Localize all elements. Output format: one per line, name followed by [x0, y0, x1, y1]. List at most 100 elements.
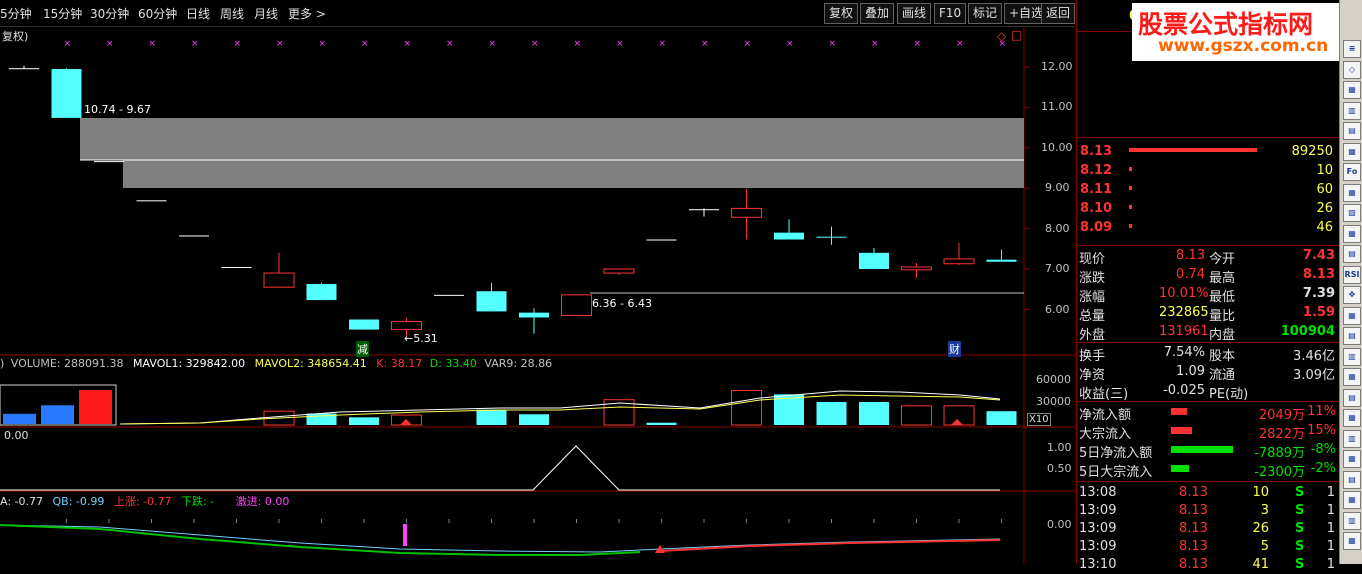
candle: [221, 266, 252, 268]
diamond-icon[interactable]: ◇: [997, 29, 1006, 43]
quote-stat-row: 现价 8.13 今开 7.43: [1079, 248, 1335, 267]
sidebar-tool-icon[interactable]: ▥: [1343, 347, 1361, 366]
candle: [136, 200, 167, 202]
bid-price: 8.10: [1080, 201, 1113, 216]
tick-row: 13:09 8.13 26 S 1: [1079, 521, 1335, 536]
period-toolbar: 5分钟 15分钟 30分钟 60分钟 日线 周线 月线 更多 > 复权 叠加 画…: [0, 0, 1076, 27]
up-value: 上涨: -0.77: [113, 495, 172, 508]
period-more[interactable]: 更多 >: [288, 5, 326, 22]
f10-button[interactable]: F10: [934, 3, 967, 24]
price-tick-6: 6.00: [1045, 303, 1070, 316]
sidebar-tool-icon[interactable]: ✥: [1343, 286, 1361, 304]
signal-marker: ×: [701, 39, 709, 49]
chart-area[interactable]: × × × × × × × × × × × × × × × × × × × × × × ×: [0, 27, 1075, 564]
volume-bar: [731, 390, 762, 426]
order-book-row[interactable]: 8.13 89250: [1077, 143, 1339, 161]
zone-top-label: 10.74 - 9.67: [84, 103, 151, 116]
tick-list: 13:08 8.13 10 S 1 13:09 8.13 3S 1 13:09 8.13 2…: [1077, 484, 1339, 572]
overlay-button[interactable]: 叠加: [860, 3, 895, 24]
sidebar-tool-icon[interactable]: ▦: [1343, 409, 1361, 427]
signal-marker: ×: [659, 39, 667, 49]
quote-stat-row: 收益(三) -0.025 PE(动): [1079, 383, 1249, 402]
sidebar-tool-icon[interactable]: ▥: [1343, 101, 1361, 120]
period-monthly[interactable]: 月线: [254, 5, 278, 22]
candle: [774, 219, 804, 240]
period-30min[interactable]: 30分钟: [90, 5, 129, 22]
volume-header: ) VOLUME: 288091.38 MAVOL1: 329842.00 MA…: [0, 357, 552, 371]
tick-row: 13:10 8.13 41 S 1: [1079, 557, 1335, 572]
period-daily[interactable]: 日线: [186, 5, 210, 22]
sidebar-tool-icon[interactable]: ▦: [1343, 368, 1361, 386]
vol-tick-60000: 60000: [1036, 373, 1071, 386]
order-book-row[interactable]: 8.12 10: [1077, 162, 1339, 180]
quote-stat-row: 总量 232865 量比 1.59: [1079, 305, 1335, 324]
candle: [603, 268, 635, 276]
sidebar-tool-icon[interactable]: RSI: [1343, 265, 1361, 284]
bid-volume-bar: [1129, 205, 1132, 209]
x10-button[interactable]: X10: [1027, 413, 1051, 426]
signal-marker: ×: [404, 39, 412, 49]
tick-row: 13:09 8.13 3S 1: [1079, 503, 1335, 518]
candle: [263, 252, 295, 288]
osc-tick-1: 1.00: [1047, 441, 1072, 454]
sidebar-tool-icon[interactable]: ▤: [1343, 388, 1361, 407]
sidebar-tool-icon[interactable]: ▦: [1343, 183, 1361, 202]
volume-bar: [519, 414, 549, 425]
volume-value: VOLUME: 288091.38: [10, 357, 124, 370]
order-book-row[interactable]: 8.09 46: [1077, 219, 1339, 237]
volume-prefix: ): [0, 357, 5, 370]
sidebar-tool-icon[interactable]: ▦: [1343, 224, 1361, 243]
bid-volume: 10: [1316, 163, 1333, 178]
sidebar-tool-icon[interactable]: ▦: [1343, 532, 1361, 550]
signal-marker: ×: [786, 39, 794, 49]
sidebar-tool-icon[interactable]: ▦: [1343, 491, 1361, 509]
back-button[interactable]: 返回: [1041, 3, 1076, 24]
bid-volume-bar: [1129, 148, 1257, 152]
sidebar-tool-icon[interactable]: Fo: [1343, 163, 1361, 181]
price-tick-12: 12.00: [1041, 60, 1073, 73]
signal-marker: ×: [276, 39, 284, 49]
adjust-button[interactable]: 复权: [824, 3, 859, 24]
a-value: A: -0.77: [0, 495, 43, 508]
a-line-red: [659, 539, 1001, 552]
sidebar-tool-icon[interactable]: ▦: [1343, 450, 1361, 468]
price-tick-8: 8.00: [1045, 222, 1070, 235]
period-60min[interactable]: 60分钟: [138, 5, 177, 22]
order-book-row[interactable]: 8.10 26: [1077, 200, 1339, 218]
sidebar-tool-icon[interactable]: ▤: [1343, 470, 1361, 489]
sidebar-tool-icon[interactable]: ▤: [1343, 245, 1361, 263]
sidebar-tool-icon[interactable]: ▥: [1343, 511, 1361, 530]
sidebar-tool-icon[interactable]: ▦: [1343, 306, 1361, 325]
mark-button[interactable]: 标记: [968, 3, 1003, 24]
sidebar-tool-icon[interactable]: ▤: [1343, 122, 1361, 140]
sidebar-tool-icon[interactable]: ◇: [1343, 60, 1361, 79]
sidebar-tool-icon[interactable]: ≡: [1343, 40, 1361, 58]
sidebar-tool-icon[interactable]: ▤: [1343, 327, 1361, 345]
signal-marker: ×: [234, 39, 242, 49]
tool-sidebar: ≡ ◇ ▦ ▥ ▤ ▦ Fo ▦ ▧ ▦ ▤ RSI ✥ ▦ ▤ ▥ ▦ ▤ ▦ ▥ ▦ ▤ ▦ ▥ ▦: [1339, 0, 1362, 564]
period-weekly[interactable]: 周线: [220, 5, 244, 22]
mavol1-value: MAVOL1: 329842.00: [133, 357, 246, 370]
period-15min[interactable]: 15分钟: [43, 5, 82, 22]
candle: [51, 68, 82, 118]
bid-price: 8.12: [1080, 163, 1113, 178]
period-5min[interactable]: 5分钟: [0, 5, 32, 22]
sidebar-tool-icon[interactable]: ▦: [1343, 142, 1361, 161]
draw-button[interactable]: 画线: [897, 3, 932, 24]
price-tick-10: 10.00: [1041, 141, 1073, 154]
quote-stat-row: 净资 1.09 流通 3.09亿: [1079, 364, 1335, 383]
sidebar-tool-icon[interactable]: ▦: [1343, 81, 1361, 99]
volume-bar: [476, 409, 507, 425]
signal-marker: ×: [446, 39, 454, 49]
order-book-row[interactable]: 8.11 60: [1077, 181, 1339, 199]
sidebar-tool-icon[interactable]: ▧: [1343, 204, 1361, 222]
sidebar-tool-icon[interactable]: ▥: [1343, 429, 1361, 448]
price-tick-11: 11.00: [1041, 100, 1073, 113]
candle: [561, 294, 592, 316]
aggressive-bar: [403, 524, 407, 546]
volume-bar: [816, 402, 847, 425]
signal-marker: ×: [914, 39, 922, 49]
square-icon[interactable]: □: [1011, 28, 1022, 42]
bid-volume-bar: [1129, 186, 1132, 190]
k-value: K: 38.17: [376, 357, 423, 370]
